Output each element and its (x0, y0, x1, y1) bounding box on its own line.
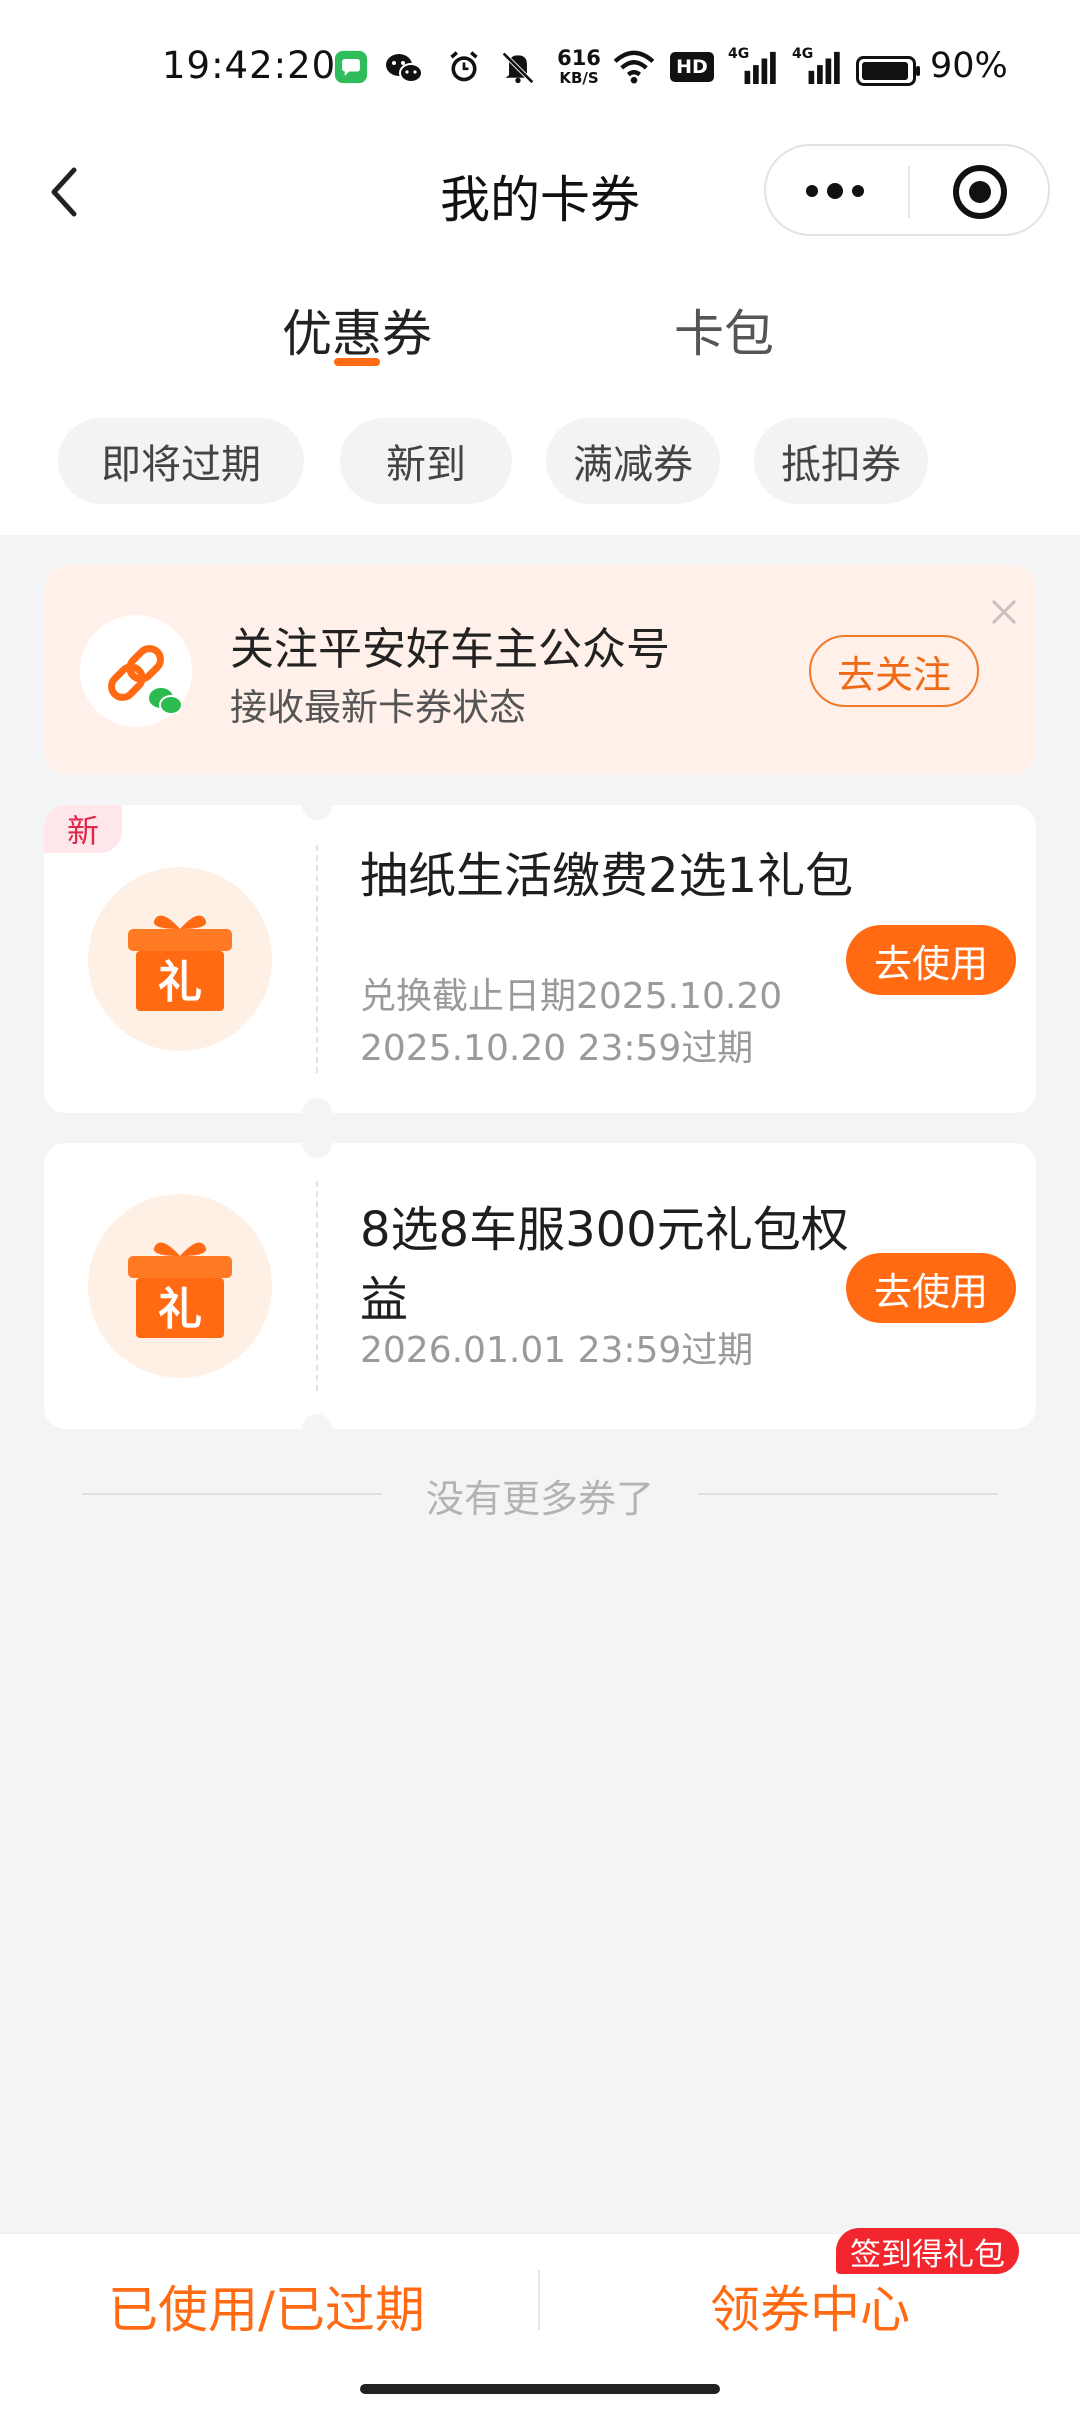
tab-card-wallet[interactable]: 卡包 (674, 294, 774, 366)
mute-icon (502, 51, 534, 84)
battery-icon (856, 56, 920, 86)
nav-bar: 我的卡券 (0, 140, 1080, 260)
coupon-card[interactable]: 新 礼 抽纸生活缴费2选1礼包 兑换截止日期2025.10.20 2025.10… (44, 790, 1036, 1128)
filter-bar: 即将过期 新到 满减券 抵扣券 (0, 410, 1080, 535)
gift-icon: 礼 (128, 915, 232, 1011)
coupon-expiry: 2026.01.01 23:59过期 (360, 1330, 754, 1371)
wechat-badge-icon (147, 686, 183, 715)
coupon-expiry: 2025.10.20 23:59过期 (360, 1028, 754, 1069)
card-notch (302, 790, 332, 820)
card-notch (302, 1128, 332, 1158)
coupon-redeem-deadline: 兑换截止日期2025.10.20 (360, 976, 783, 1017)
coupon-title: 8选8车服300元礼包权益 (360, 1202, 849, 1328)
hd-icon: HD (670, 52, 714, 82)
card-divider (316, 845, 318, 1073)
tab-coupons[interactable]: 优惠券 (282, 294, 432, 366)
coupon-title: 抽纸生活缴费2选1礼包 (360, 848, 854, 904)
bottom-bar: 已使用/已过期 领券中心 签到得礼包 (0, 2228, 1080, 2413)
net-speed-value: 616 (557, 46, 601, 70)
card-divider (316, 1181, 318, 1391)
gift-icon-label: 礼 (158, 1284, 202, 1335)
gift-icon-bg: 礼 (88, 1194, 272, 1378)
net-speed-unit: KB/S (559, 69, 599, 87)
checkin-badge: 签到得礼包 (836, 2228, 1019, 2274)
status-bar: 19:42:20 616 KB/S HD 4G 4G 90% (0, 0, 1080, 140)
more-options-icon[interactable] (802, 176, 868, 206)
follow-button[interactable]: 去关注 (809, 635, 979, 707)
filter-discount[interactable]: 满减券 (546, 418, 720, 504)
close-miniapp-icon[interactable] (952, 164, 1008, 220)
banner-title: 关注平安好车主公众号 (230, 624, 670, 675)
capsule-divider (908, 166, 910, 218)
used-expired-link[interactable]: 已使用/已过期 (108, 2270, 425, 2342)
close-icon[interactable] (989, 597, 1019, 627)
banner-subtitle: 接收最新卡券状态 (230, 686, 526, 729)
coupon-center-link[interactable]: 领券中心 (710, 2270, 910, 2342)
bottom-divider (538, 2270, 540, 2330)
banner-logo (80, 615, 192, 727)
no-more-text: 没有更多券了 (425, 1477, 654, 1521)
net-speed: 616 KB/S (556, 48, 602, 88)
filter-deduction[interactable]: 抵扣券 (754, 418, 928, 504)
wechat-icon (386, 54, 423, 83)
gift-icon-label: 礼 (158, 957, 202, 1008)
use-coupon-button[interactable]: 去使用 (846, 1253, 1016, 1323)
card-notch (302, 1098, 332, 1128)
home-indicator[interactable] (360, 2384, 720, 2394)
alarm-icon (450, 51, 478, 82)
tab-bar: 优惠券 卡包 (0, 260, 1080, 410)
use-coupon-button[interactable]: 去使用 (846, 925, 1016, 995)
miniapp-capsule (764, 144, 1050, 236)
filter-new[interactable]: 新到 (340, 418, 512, 504)
card-notch (302, 1414, 332, 1444)
signal-icon-2 (808, 51, 840, 84)
messages-icon (334, 50, 368, 84)
wifi-icon (613, 50, 655, 84)
tab-active-indicator (334, 358, 380, 366)
battery-percent: 90% (930, 46, 1008, 86)
filter-expiring-soon[interactable]: 即将过期 (58, 418, 304, 504)
follow-banner: 关注平安好车主公众号 接收最新卡券状态 去关注 (44, 565, 1036, 775)
new-badge: 新 (44, 805, 122, 853)
coupon-card[interactable]: 礼 8选8车服300元礼包权益 2026.01.01 23:59过期 去使用 (44, 1128, 1036, 1444)
status-time: 19:42:20 (162, 44, 337, 87)
gift-icon-bg: 礼 (88, 867, 272, 1051)
gift-icon: 礼 (128, 1242, 232, 1338)
signal-icon (744, 51, 776, 84)
